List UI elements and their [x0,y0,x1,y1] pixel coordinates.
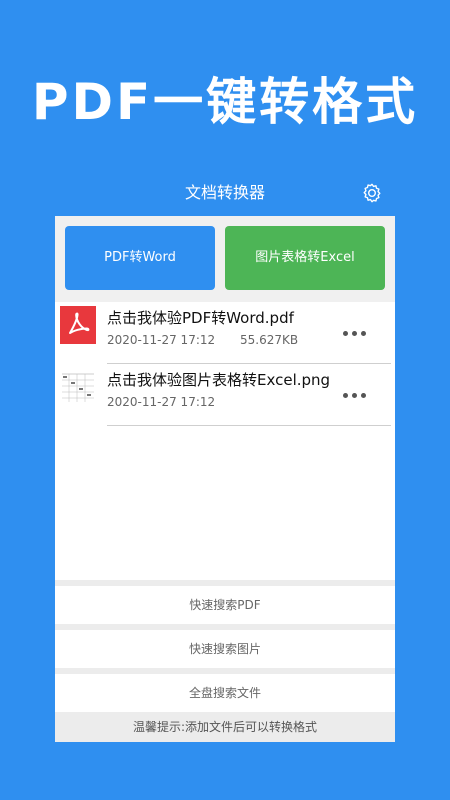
more-options-icon[interactable] [343,327,367,339]
file-name: 点击我体验图片表格转Excel.png [107,371,331,389]
file-name: 点击我体验PDF转Word.pdf [107,309,294,327]
promo-title: PDF一键转格式 [31,73,419,131]
tip-text: 温馨提示:添加文件后可以转换格式 [132,720,318,734]
file-item-pdf[interactable]: 点击我体验PDF转Word.pdf 2020-11-27 17:12 55.62… [55,302,395,364]
gear-icon[interactable] [361,182,383,204]
more-options-icon[interactable] [343,389,367,401]
file-date: 2020-11-27 17:12 [107,333,216,347]
conversion-actions: PDF转Word 图片表格转Excel [55,216,395,302]
divider [107,425,391,426]
search-all-files-button[interactable]: 全盘搜索文件 [55,674,395,712]
file-item-image[interactable]: 点击我体验图片表格转Excel.png 2020-11-27 17:12 [55,364,395,426]
pdf-to-word-button[interactable]: PDF转Word [65,226,215,290]
file-date: 2020-11-27 17:12 [107,395,216,409]
search-pdf-button[interactable]: 快速搜索PDF [55,586,395,624]
app-bar: 文档转换器 [55,170,395,216]
app-screen: 文档转换器 PDF转Word 图片表格转Excel 点击我体验PDF转Word.… [55,170,395,742]
image-table-to-excel-button[interactable]: 图片表格转Excel [225,226,385,290]
file-size: 55.627KB [240,333,299,347]
file-list: 点击我体验PDF转Word.pdf 2020-11-27 17:12 55.62… [55,302,395,580]
image-thumbnail-icon [60,368,96,406]
pdf-icon [60,306,96,344]
search-images-button[interactable]: 快速搜索图片 [55,630,395,668]
app-title: 文档转换器 [184,183,265,202]
